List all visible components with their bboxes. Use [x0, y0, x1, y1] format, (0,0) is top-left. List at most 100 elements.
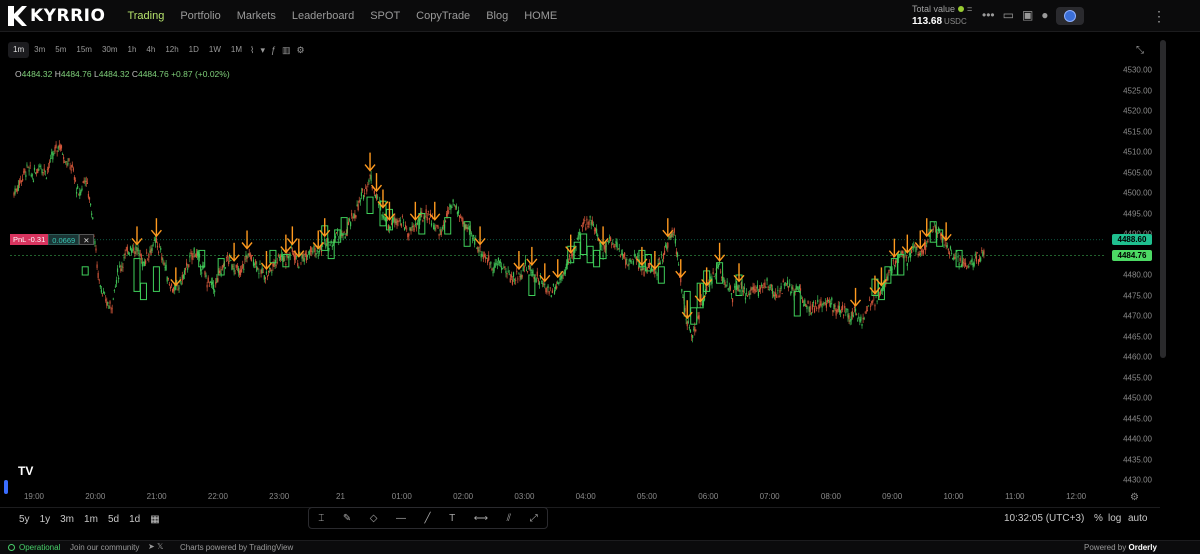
scrollbar[interactable]: [1160, 40, 1166, 358]
nav-home[interactable]: HOME: [516, 0, 565, 32]
timeframe-5m[interactable]: 5m: [50, 42, 71, 58]
text-icon[interactable]: T: [449, 513, 455, 524]
candle-body: [258, 273, 260, 275]
range-3m[interactable]: 3m: [55, 514, 79, 525]
calendar-icon[interactable]: ▦: [145, 514, 164, 525]
candle-body: [120, 268, 122, 272]
percent-toggle[interactable]: %: [1094, 513, 1103, 524]
deposit-icon[interactable]: ▭: [1003, 8, 1014, 22]
range-1y[interactable]: 1y: [35, 514, 56, 525]
nav-spot[interactable]: SPOT: [362, 0, 408, 32]
timeframe-1h[interactable]: 1h: [123, 42, 142, 58]
wallet-icon[interactable]: ▣: [1022, 8, 1033, 22]
fx-icon[interactable]: ƒ: [268, 45, 279, 55]
brand-logo[interactable]: KYRRIO: [6, 2, 105, 30]
kebab-menu-icon[interactable]: ⋮: [1152, 8, 1166, 25]
nav-leaderboard[interactable]: Leaderboard: [284, 0, 362, 32]
range-1d[interactable]: 1d: [124, 514, 145, 525]
candle-body: [85, 180, 87, 182]
brush-icon[interactable]: ✎: [343, 513, 351, 524]
timeframe-1w[interactable]: 1W: [204, 42, 226, 58]
candle-body: [139, 253, 141, 256]
fullscreen-icon[interactable]: ⤡: [1136, 45, 1144, 56]
log-toggle[interactable]: log: [1108, 513, 1121, 524]
highlight-candle: [366, 196, 374, 215]
candle-body: [634, 254, 637, 256]
candle-body: [300, 262, 302, 264]
timeframe-30m[interactable]: 30m: [97, 42, 123, 58]
trendline-icon[interactable]: ╱: [425, 513, 431, 524]
timeframe-1m[interactable]: 1M: [226, 42, 247, 58]
price-axis[interactable]: 4530.00 4525.00 4520.00 4515.00 4510.00 4505.…: [1104, 62, 1160, 490]
candle-body: [493, 266, 495, 272]
ray-icon[interactable]: ⟷: [474, 513, 488, 524]
shape-icon[interactable]: ◇: [370, 513, 378, 524]
candle-body: [565, 263, 567, 269]
timeframe-1m[interactable]: 1m: [8, 42, 30, 58]
candle-body: [569, 255, 571, 257]
range-1m[interactable]: 1m: [79, 514, 103, 525]
candle-type-icon[interactable]: ▥: [279, 45, 294, 56]
candle-body: [38, 168, 40, 171]
close-position-button[interactable]: ✕: [79, 234, 94, 245]
channel-icon[interactable]: ⫽: [507, 513, 511, 524]
price-chart[interactable]: [0, 62, 1104, 492]
cursor-icon[interactable]: ⌶: [318, 513, 324, 524]
candle-body: [970, 260, 972, 262]
candle-body: [204, 271, 206, 275]
settings-icon[interactable]: ⚙: [1130, 492, 1139, 503]
chart-clock[interactable]: 10:32:05 (UTC+3): [1004, 513, 1084, 524]
nav-blog[interactable]: Blog: [478, 0, 516, 32]
hline-icon[interactable]: —: [396, 513, 406, 524]
nav-markets[interactable]: Markets: [229, 0, 284, 32]
timeframe-4h[interactable]: 4h: [141, 42, 160, 58]
timeframe-3m[interactable]: 3m: [29, 42, 50, 58]
candle-body: [347, 221, 350, 225]
candle-body: [529, 265, 531, 270]
candle-body: [543, 284, 545, 286]
candle-body: [667, 242, 669, 248]
measure-icon[interactable]: ⤢: [530, 513, 538, 524]
candle-body: [872, 300, 874, 303]
candle-body: [19, 180, 22, 182]
candle-body: [838, 305, 840, 313]
candle-body: [262, 272, 264, 273]
candle-body: [18, 180, 20, 186]
tradingview-logo-icon[interactable]: TV: [18, 464, 42, 484]
telegram-icon[interactable]: ➤: [148, 542, 155, 551]
nav-trading[interactable]: Trading: [119, 0, 172, 32]
time-axis[interactable]: 19:00 20:00 21:00 22:00 23:00 21 01:00 02:00 03:…: [8, 492, 1108, 504]
user-icon[interactable]: ●: [1041, 8, 1048, 22]
range-5y[interactable]: 5y: [14, 514, 35, 525]
chevron-down-icon[interactable]: ▾: [257, 45, 268, 56]
tradingview-credit[interactable]: Charts powered by TradingView: [180, 543, 293, 552]
nav-portfolio[interactable]: Portfolio: [172, 0, 228, 32]
candle-body: [641, 268, 643, 271]
x-icon[interactable]: 𝕏: [157, 542, 163, 551]
candle-body: [71, 164, 73, 168]
range-5d[interactable]: 5d: [103, 514, 124, 525]
nav-copytrade[interactable]: CopyTrade: [408, 0, 478, 32]
indicator-icon[interactable]: ⌇: [247, 45, 257, 56]
candle-body: [211, 281, 214, 285]
left-handle[interactable]: [4, 480, 8, 494]
candle-body: [310, 246, 312, 252]
auto-toggle[interactable]: auto: [1128, 513, 1147, 524]
candle-body: [544, 283, 546, 285]
candle-body: [86, 182, 88, 184]
candle-body: [537, 279, 539, 282]
timeframe-12h[interactable]: 12h: [160, 42, 183, 58]
timeframe-15m[interactable]: 15m: [71, 42, 97, 58]
candle-body: [183, 270, 186, 275]
eye-icon[interactable]: [958, 6, 965, 12]
pnl-position-label[interactable]: PnL -0.31 0.0669 ✕: [10, 234, 94, 245]
community-link[interactable]: Join our community: [70, 543, 139, 552]
timeframe-1d[interactable]: 1D: [184, 42, 204, 58]
candle-body: [238, 270, 241, 275]
candle-body: [465, 224, 467, 229]
chart-settings-icon[interactable]: ⚙: [294, 45, 308, 56]
powered-brand[interactable]: Orderly: [1128, 543, 1156, 552]
candle-body: [455, 205, 457, 209]
more-dots-icon[interactable]: •••: [982, 8, 995, 22]
network-chip[interactable]: [1056, 7, 1084, 25]
